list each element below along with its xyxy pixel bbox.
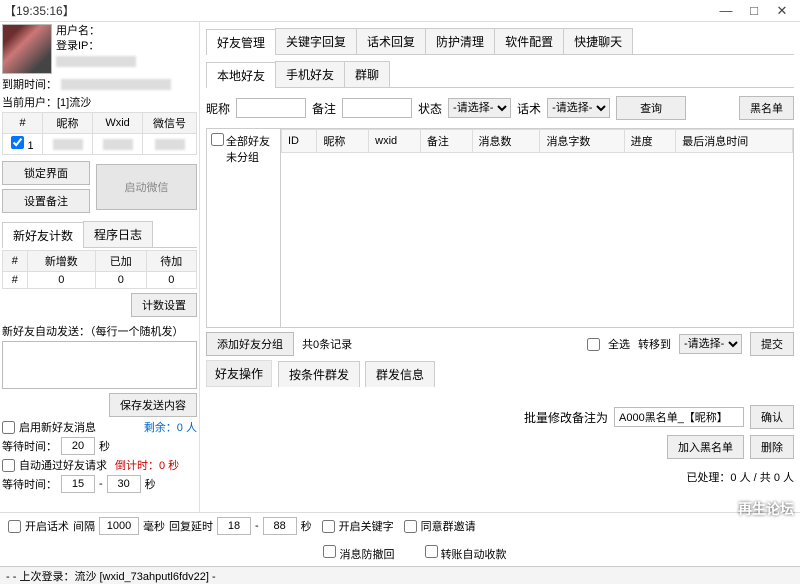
countdown-label: 倒计时：0 秒 [115, 457, 179, 473]
col-nick: 昵称 [43, 113, 93, 134]
col-idx: # [3, 113, 43, 134]
tree-all-label: 全部好友未分组 [226, 133, 270, 165]
footer-agree-check[interactable] [404, 520, 417, 533]
processed-label: 已处理：0 人 / 共 0 人 [206, 469, 794, 485]
autosend-textarea[interactable] [2, 341, 197, 389]
tab-friend-mgmt[interactable]: 好友管理 [206, 29, 276, 55]
total-label: 共0条记录 [302, 336, 352, 352]
subtab-phone[interactable]: 手机好友 [275, 61, 345, 87]
script-label: 话术 [517, 100, 541, 117]
ip-label: 登录IP： [56, 40, 99, 52]
start-wechat-button[interactable]: 启动微信 [96, 164, 197, 210]
username-label: 用户名： [56, 25, 100, 37]
nick-input[interactable] [236, 98, 306, 118]
count-settings-button[interactable]: 计数设置 [131, 293, 197, 317]
col-msgchars[interactable]: 消息字数 [540, 130, 624, 153]
confirm-button[interactable]: 确认 [750, 405, 794, 429]
ip-value-blurred [56, 56, 136, 67]
tab-keyword-reply[interactable]: 关键字回复 [275, 28, 357, 54]
ops-tab-cond[interactable]: 按条件群发 [278, 361, 360, 387]
wait2a-input[interactable] [61, 475, 95, 493]
ops-tab-mass[interactable]: 群发信息 [365, 361, 435, 387]
lock-ui-button[interactable]: 锁定界面 [2, 161, 90, 185]
submit-button[interactable]: 提交 [750, 332, 794, 356]
footer-script-check[interactable] [8, 520, 21, 533]
subtab-group[interactable]: 群聊 [344, 61, 390, 87]
expire-value-blurred [61, 79, 171, 90]
count-table: # 新增数 已加 待加 # 0 0 0 [2, 250, 197, 289]
remark-input[interactable] [342, 98, 412, 118]
blacklist-button[interactable]: 黑名单 [739, 96, 794, 120]
autosend-title: 新好友自动发送：（每行一个随机发） [2, 323, 197, 339]
add-group-button[interactable]: 添加好友分组 [206, 332, 294, 356]
enable-newmsg-check[interactable] [2, 421, 15, 434]
add-blacklist-button[interactable]: 加入黑名单 [667, 435, 744, 459]
avatar [2, 24, 52, 74]
tree-all-check[interactable] [211, 133, 224, 146]
col-nick[interactable]: 昵称 [317, 130, 369, 153]
moveto-select[interactable]: -请选择- [679, 334, 742, 354]
col-wxno: 微信号 [143, 113, 197, 134]
minimize-button[interactable]: — [712, 3, 740, 18]
footer-script-label: 开启话术 [25, 518, 69, 534]
col-progress[interactable]: 进度 [624, 130, 676, 153]
selectall-label: 全选 [608, 336, 630, 352]
tab-quickchat[interactable]: 快捷聊天 [563, 28, 633, 54]
tab-friend-count[interactable]: 新好友计数 [2, 222, 84, 248]
delete-button[interactable]: 删除 [750, 435, 794, 459]
wait2-label: 等待时间： [2, 476, 57, 492]
remain-label: 剩余：0 人 [144, 419, 197, 435]
wait2b-input[interactable] [107, 475, 141, 493]
expire-label: 到期时间： [2, 76, 57, 92]
status-bar: - - 上次登录：流沙 [wxid_73ahputl6fdv22] - [0, 566, 800, 584]
wait-label: 等待时间： [2, 438, 57, 454]
delay2-input[interactable] [263, 517, 297, 535]
col-lastmsg[interactable]: 最后消息时间 [676, 130, 793, 153]
footer-antirecall-check[interactable] [323, 545, 336, 558]
window-title: 【19:35:16】 [4, 2, 712, 19]
delay1-input[interactable] [217, 517, 251, 535]
save-send-button[interactable]: 保存发送内容 [109, 393, 197, 417]
row-check[interactable] [11, 136, 24, 149]
status-select[interactable]: -请选择- [448, 98, 511, 118]
tab-log[interactable]: 程序日志 [83, 221, 153, 247]
tab-script-reply[interactable]: 话术回复 [356, 28, 426, 54]
nick-label: 昵称 [206, 100, 230, 117]
tab-protect-clean[interactable]: 防护清理 [425, 28, 495, 54]
user-info: 用户名： 登录IP： [56, 24, 136, 74]
batch-label: 批量修改备注为 [524, 409, 608, 426]
query-button[interactable]: 查询 [616, 96, 686, 120]
subtab-local[interactable]: 本地好友 [206, 62, 276, 88]
account-table: # 昵称 Wxid 微信号 1 [2, 112, 197, 155]
maximize-button[interactable]: □ [740, 3, 768, 18]
current-user: 当前用户：[1]流沙 [2, 94, 197, 110]
status-label: 状态 [418, 100, 442, 117]
table-row[interactable]: 1 [3, 134, 197, 155]
batch-input[interactable] [614, 407, 744, 427]
friend-table[interactable]: ID 昵称 wxid 备注 消息数 消息字数 进度 最后消息时间 [281, 129, 793, 327]
wait-input[interactable] [61, 437, 95, 455]
enable-newmsg-label: 启用新好友消息 [19, 419, 96, 435]
script-select[interactable]: -请选择- [547, 98, 610, 118]
remark-label: 备注 [312, 100, 336, 117]
set-remark-button[interactable]: 设置备注 [2, 189, 90, 213]
ops-label: 好友操作 [206, 360, 272, 387]
col-wxid[interactable]: wxid [369, 130, 421, 153]
footer-keyword-check[interactable] [322, 520, 335, 533]
col-remark[interactable]: 备注 [420, 130, 472, 153]
col-id[interactable]: ID [282, 130, 317, 153]
tab-config[interactable]: 软件配置 [494, 28, 564, 54]
interval-input[interactable] [99, 517, 139, 535]
autopass-check[interactable] [2, 459, 15, 472]
moveto-label: 转移到 [638, 336, 671, 352]
col-msgcount[interactable]: 消息数 [472, 130, 540, 153]
group-tree[interactable]: 全部好友未分组 [207, 129, 281, 327]
watermark: 再生论坛 [738, 499, 794, 519]
table-row: # 0 0 0 [3, 272, 197, 289]
col-wxid: Wxid [93, 113, 143, 134]
close-button[interactable]: ✕ [768, 3, 796, 19]
footer-autocollect-check[interactable] [425, 545, 438, 558]
autopass-label: 自动通过好友请求 [19, 457, 107, 473]
selectall-check[interactable] [587, 338, 600, 351]
